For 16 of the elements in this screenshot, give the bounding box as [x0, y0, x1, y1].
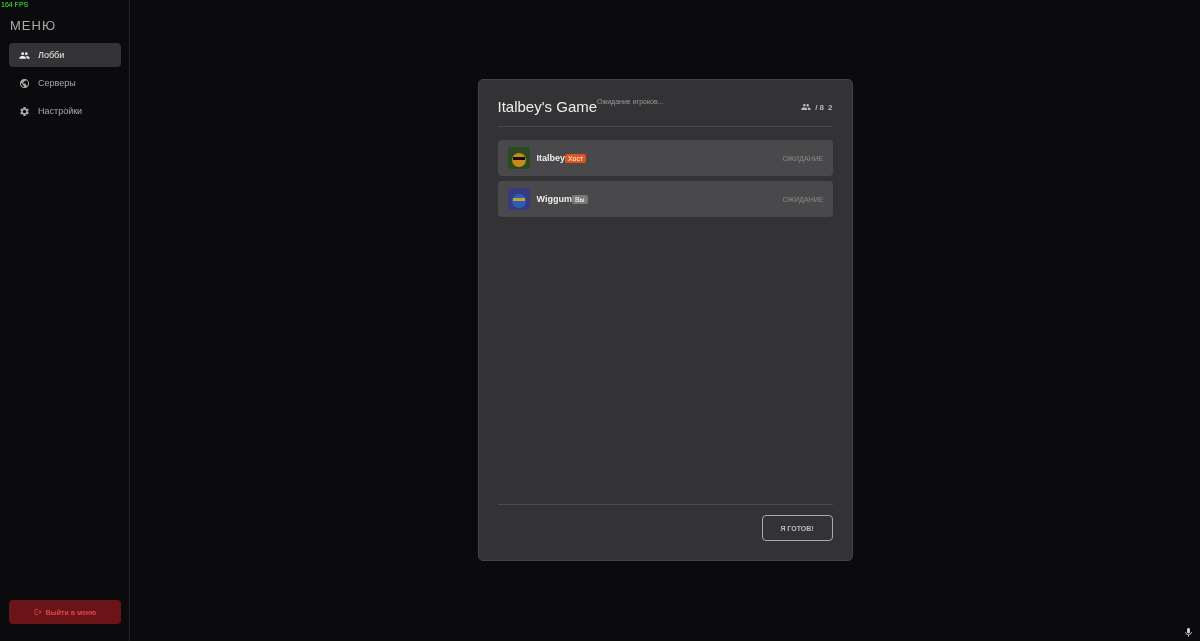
- player-name: Italbey: [536, 153, 565, 163]
- people-icon: [801, 102, 812, 112]
- microphone-icon[interactable]: [1183, 627, 1194, 638]
- people-icon: [19, 49, 30, 61]
- exit-icon: [33, 608, 42, 616]
- avatar-icon: [507, 147, 530, 169]
- gear-icon: [19, 105, 30, 117]
- menu-title: МЕНЮ: [10, 18, 58, 33]
- menu-item[interactable]: Настройки: [9, 99, 121, 123]
- player-capacity: / 8: [815, 102, 825, 112]
- menu-item[interactable]: Лобби: [9, 43, 121, 67]
- menu-item[interactable]: Серверы: [9, 71, 121, 95]
- player-name: Wiggum: [536, 194, 572, 204]
- globe-icon: [19, 77, 30, 89]
- player-count: 2: [828, 102, 833, 112]
- avatar-icon: [507, 188, 530, 210]
